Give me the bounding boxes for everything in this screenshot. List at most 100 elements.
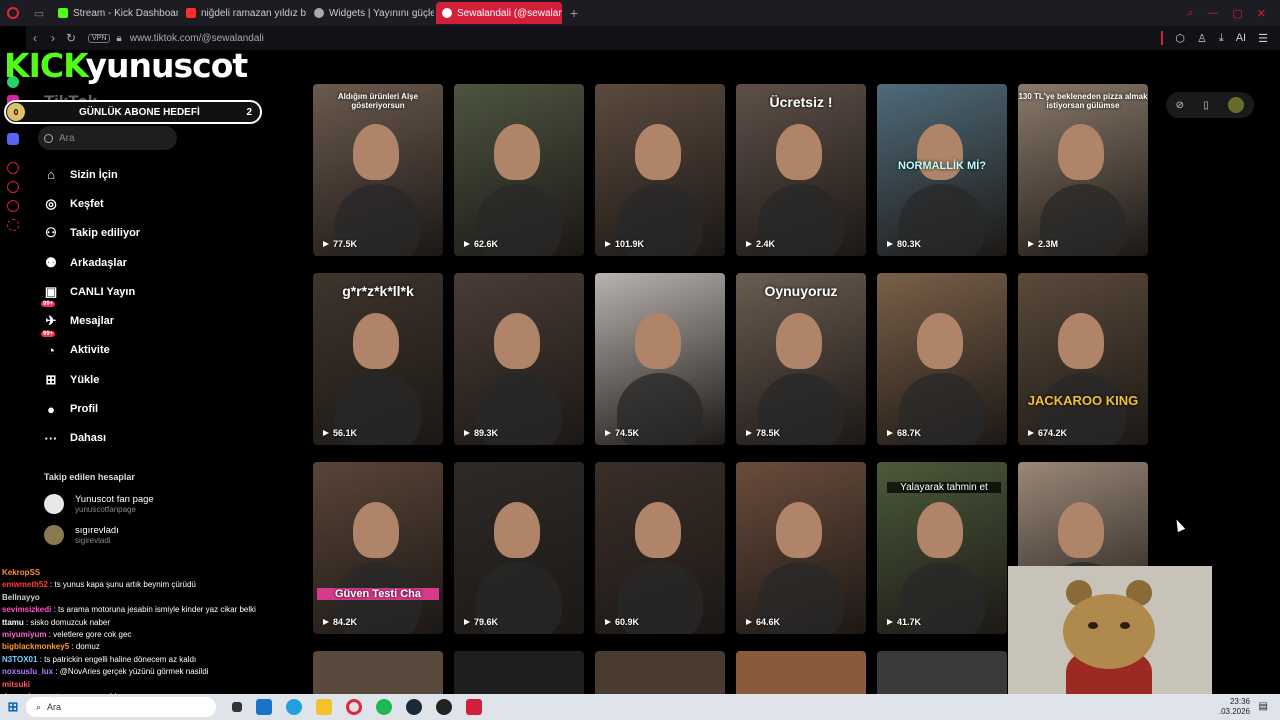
video-card[interactable] bbox=[595, 651, 725, 694]
forward-icon[interactable]: › bbox=[44, 31, 62, 45]
video-card[interactable]: 89.3K bbox=[454, 273, 584, 445]
video-card[interactable]: g*r*z*k*ll*k 56.1K bbox=[313, 273, 443, 445]
video-card[interactable]: 62.6K bbox=[454, 84, 584, 256]
following-account-item[interactable]: Yunuscot fan page yunuscotfanpage bbox=[44, 494, 154, 514]
search-icon bbox=[44, 133, 53, 143]
nav-item-label: Takip ediliyor bbox=[70, 227, 141, 240]
video-card[interactable]: 74.5K bbox=[595, 273, 725, 445]
video-card[interactable]: Aldığım ürünleri Alşe gösteriyorsun 77.5K bbox=[313, 84, 443, 256]
search-tabs-icon[interactable]: ⌕ bbox=[1187, 7, 1193, 20]
search-input[interactable]: Ara bbox=[38, 126, 177, 150]
lock-icon[interactable]: 🔒︎ bbox=[116, 33, 121, 44]
file-explorer-icon[interactable] bbox=[316, 699, 332, 715]
maximize-icon[interactable]: ▢ bbox=[1232, 7, 1242, 20]
minimize-icon[interactable]: — bbox=[1207, 7, 1218, 20]
following-account-item[interactable]: sıgırevladı sigirevladi bbox=[44, 525, 119, 545]
taskbar-search[interactable]: ⌕ Ara bbox=[26, 697, 216, 717]
video-card[interactable] bbox=[736, 651, 866, 694]
nav-item[interactable]: ··· Dahası bbox=[42, 424, 242, 453]
video-card[interactable]: 130 TL'ye bekleneden pizza almak istiyor… bbox=[1018, 84, 1148, 256]
steam-icon[interactable] bbox=[406, 699, 422, 715]
settings-icon[interactable] bbox=[7, 219, 19, 231]
media-player-icon[interactable] bbox=[466, 699, 482, 715]
video-card[interactable]: 79.6K bbox=[454, 462, 584, 634]
tab-widgets[interactable]: Widgets | Yayınını güçlend bbox=[308, 2, 434, 24]
download-icon[interactable]: ⤓ bbox=[1219, 32, 1224, 45]
goal-target: 2 bbox=[246, 106, 252, 118]
history-icon[interactable] bbox=[7, 181, 19, 193]
chat-username[interactable]: ttamu bbox=[2, 618, 24, 627]
bear-eye bbox=[1120, 622, 1130, 629]
chat-username[interactable]: Bellnayyo bbox=[2, 593, 40, 602]
obs-icon[interactable] bbox=[436, 699, 452, 715]
chat-username[interactable]: N3TOX01 bbox=[2, 655, 37, 664]
chat-username[interactable]: miyumiyum bbox=[2, 630, 46, 639]
tab-tiktok[interactable]: Sewalandali (@sewalandali✕ bbox=[436, 2, 562, 24]
video-caption: Yalayarak tahmin et bbox=[887, 482, 1001, 493]
play-icon bbox=[464, 619, 470, 625]
pinboard-icon[interactable] bbox=[7, 200, 19, 212]
new-tab-button[interactable]: + bbox=[570, 5, 578, 21]
video-card[interactable]: Yalayarak tahmin et 41.7K bbox=[877, 462, 1007, 634]
nav-item[interactable]: ⚉ Arkadaşlar bbox=[42, 248, 242, 277]
video-card[interactable]: JACKAROO KING 674.2K bbox=[1018, 273, 1148, 445]
close-window-icon[interactable]: ✕ bbox=[1257, 7, 1266, 20]
view-count: 89.3K bbox=[464, 428, 498, 438]
taskbar-clock[interactable]: 23:36.03.2026 bbox=[1219, 697, 1280, 717]
tab-youtube[interactable]: niğdeli ramazan yıldız bir b bbox=[180, 2, 306, 24]
chat-username[interactable]: mitsuki bbox=[2, 680, 30, 689]
edge-icon[interactable] bbox=[286, 699, 302, 715]
task-view-icon[interactable] bbox=[232, 702, 242, 712]
reload-icon[interactable]: ↻ bbox=[62, 31, 80, 45]
video-card[interactable] bbox=[877, 651, 1007, 694]
nav-item[interactable]: ▣ CANLI Yayın bbox=[42, 277, 242, 306]
video-card[interactable]: Oynuyoruz 78.5K bbox=[736, 273, 866, 445]
nav-item[interactable]: ⊞ Yükle bbox=[42, 365, 242, 394]
video-card[interactable]: 64.6K bbox=[736, 462, 866, 634]
nav-item[interactable]: ◔ 99+ Aktivite bbox=[41, 330, 242, 365]
menu-icon[interactable]: ☰ bbox=[1258, 32, 1268, 45]
vpn-badge[interactable]: VPN bbox=[88, 33, 111, 43]
video-card[interactable] bbox=[313, 651, 443, 694]
account-icon[interactable]: ♙ bbox=[1197, 32, 1207, 45]
chat-message: emwmeth52 : ts yunus kapa şunu artık bey… bbox=[2, 580, 196, 590]
nav-item[interactable]: ● Profil bbox=[42, 394, 242, 423]
play-icon bbox=[887, 430, 893, 436]
back-icon[interactable]: ‹ bbox=[26, 31, 44, 45]
tab-switcher-icon[interactable]: ▭ bbox=[26, 0, 52, 26]
flow-icon[interactable] bbox=[7, 162, 19, 174]
opera-icon[interactable] bbox=[346, 699, 362, 715]
tab-kick-dashboard[interactable]: Stream - Kick Dashboard bbox=[52, 2, 178, 24]
coins-icon[interactable]: ⊘ bbox=[1176, 100, 1184, 111]
video-card[interactable]: Ücretsiz ! 2.4K bbox=[736, 84, 866, 256]
discord-icon[interactable] bbox=[7, 133, 19, 145]
ai-button[interactable]: AI bbox=[1236, 32, 1246, 44]
chat-username[interactable]: sevimsizkedi bbox=[2, 605, 51, 614]
opera-logo-icon[interactable] bbox=[0, 0, 26, 26]
profile-avatar[interactable] bbox=[1228, 97, 1245, 113]
notification-icon[interactable]: ▤ bbox=[1259, 701, 1268, 712]
device-icon[interactable]: ▯ bbox=[1203, 100, 1209, 111]
url-field[interactable]: www.tiktok.com/@sewalandali bbox=[130, 33, 264, 44]
video-card[interactable] bbox=[454, 651, 584, 694]
chat-username[interactable]: KekropSS bbox=[2, 568, 40, 577]
chat-username[interactable]: bigblackmonkey5 bbox=[2, 642, 69, 651]
kick-logo: KICK bbox=[4, 46, 87, 85]
spotify-icon[interactable] bbox=[376, 699, 392, 715]
kick-favicon-icon bbox=[58, 8, 68, 18]
photos-icon[interactable] bbox=[256, 699, 272, 715]
start-icon[interactable]: ⊞ bbox=[0, 699, 26, 715]
video-card[interactable]: 60.9K bbox=[595, 462, 725, 634]
play-icon bbox=[1028, 241, 1034, 247]
video-card[interactable]: Güven Testi Cha 84.2K bbox=[313, 462, 443, 634]
chat-username[interactable]: noxsuslu_lux bbox=[2, 667, 53, 676]
video-card[interactable]: NORMALLİK Mİ? 80.3K bbox=[877, 84, 1007, 256]
extensions-icon[interactable]: ⬡ bbox=[1175, 32, 1185, 45]
chat-username[interactable]: emwmeth52 bbox=[2, 580, 48, 589]
nav-item[interactable]: ⚇ Takip ediliyor bbox=[42, 219, 242, 248]
nav-item[interactable]: ⌂ Sizin İçin bbox=[42, 160, 242, 189]
video-card[interactable]: 101.9K bbox=[595, 84, 725, 256]
video-card[interactable]: 68.7K bbox=[877, 273, 1007, 445]
nav-item[interactable]: ◎ Keşfet bbox=[42, 189, 242, 218]
nav-item[interactable]: ✈ 99+ Mesajlar bbox=[41, 301, 242, 335]
